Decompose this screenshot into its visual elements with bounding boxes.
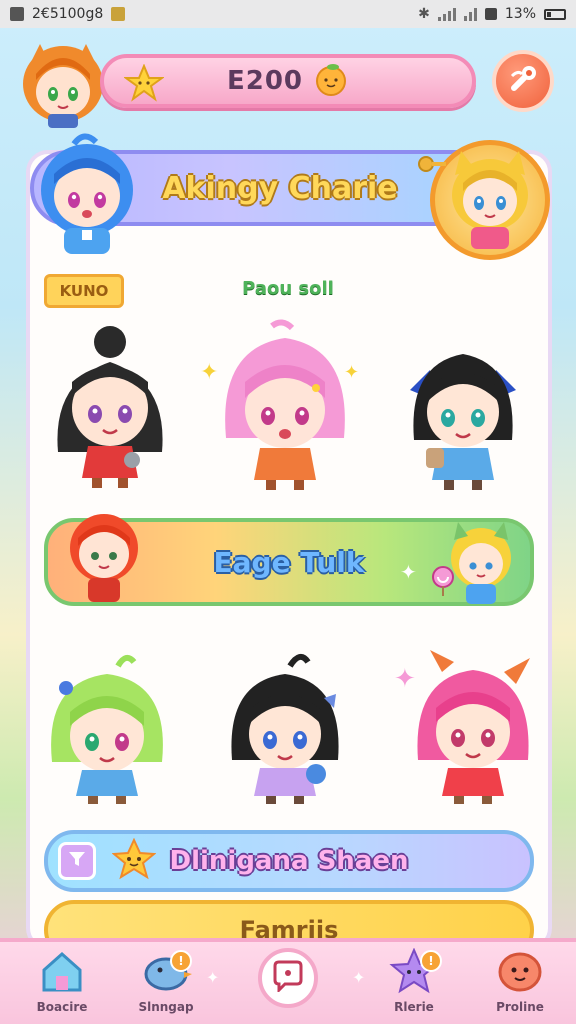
settings-wrench-icon — [506, 62, 540, 100]
nav-item-profile[interactable]: Proline — [472, 948, 568, 1022]
sparkle-icon: ✦ — [344, 362, 360, 383]
signal-icon — [463, 7, 477, 21]
lollipop-icon — [430, 566, 456, 600]
nav-label-profile: Proline — [496, 1000, 544, 1014]
nav-badge-rewards: ! — [420, 950, 442, 972]
character-blue-bow[interactable] — [396, 330, 530, 494]
featured-character-right[interactable] — [430, 140, 550, 260]
character-black-hair[interactable] — [48, 322, 172, 492]
star-icon — [122, 63, 166, 106]
status-time: 2€5100g8 — [32, 6, 104, 22]
nav-label-shop: Slnngap — [138, 1000, 194, 1014]
event-banner-label: Eage Tulk — [213, 545, 365, 579]
character-pink-hair[interactable] — [212, 318, 358, 494]
wifi-icon — [437, 7, 456, 21]
face-icon — [496, 948, 544, 998]
chat-button[interactable] — [258, 948, 318, 1008]
notification-icon — [10, 7, 24, 21]
sim-icon — [484, 8, 497, 20]
filter-icon — [67, 849, 87, 873]
character-magenta-hair[interactable] — [406, 644, 540, 808]
sparkle-icon: ✦ — [394, 664, 416, 694]
sparkle-icon: ✦ — [200, 360, 219, 385]
status-bar: 2€5100g8 ✱ 13% — [0, 0, 576, 28]
home-icon — [38, 948, 86, 998]
character-green-hair[interactable] — [40, 652, 174, 808]
nav-item-rewards[interactable]: ! Rlerie — [366, 947, 462, 1022]
star-character-icon — [111, 837, 157, 884]
coin-value: E200 — [226, 66, 304, 96]
filter-button[interactable] — [58, 842, 96, 880]
section-label: Paou soll — [242, 278, 334, 299]
chat-bubble-icon — [271, 960, 305, 996]
player-avatar[interactable] — [20, 36, 106, 130]
nav-item-shop[interactable]: ! Slnngap — [118, 948, 214, 1022]
page-title: Akingy Charie — [162, 170, 398, 206]
bluetooth-icon: ✱ — [418, 6, 430, 22]
sparkle-icon: ✦ — [352, 968, 366, 987]
sparkle-icon: ✦ — [400, 560, 417, 584]
sparkle-icon: ✦ — [206, 968, 220, 987]
banner-character-redhead — [64, 508, 144, 608]
app-icon — [111, 7, 126, 21]
nav-badge-shop: ! — [170, 950, 192, 972]
settings-button[interactable] — [492, 50, 554, 112]
nav-label-home: Boacire — [36, 1000, 88, 1014]
battery-icon — [544, 8, 566, 20]
character-dark-hair[interactable] — [220, 648, 350, 808]
coin-counter[interactable]: E200 — [100, 54, 476, 108]
orange-fruit-icon — [313, 62, 349, 100]
featured-character-left[interactable] — [34, 130, 140, 260]
tag-button[interactable]: KUNO — [44, 274, 124, 308]
mission-banner-label: Dlinigana Shaen — [169, 846, 409, 876]
nav-label-rewards: Rlerie — [394, 1000, 434, 1014]
battery-percent: 13% — [504, 6, 536, 22]
key-icon — [418, 154, 448, 184]
nav-item-home[interactable]: Boacire — [14, 948, 110, 1022]
